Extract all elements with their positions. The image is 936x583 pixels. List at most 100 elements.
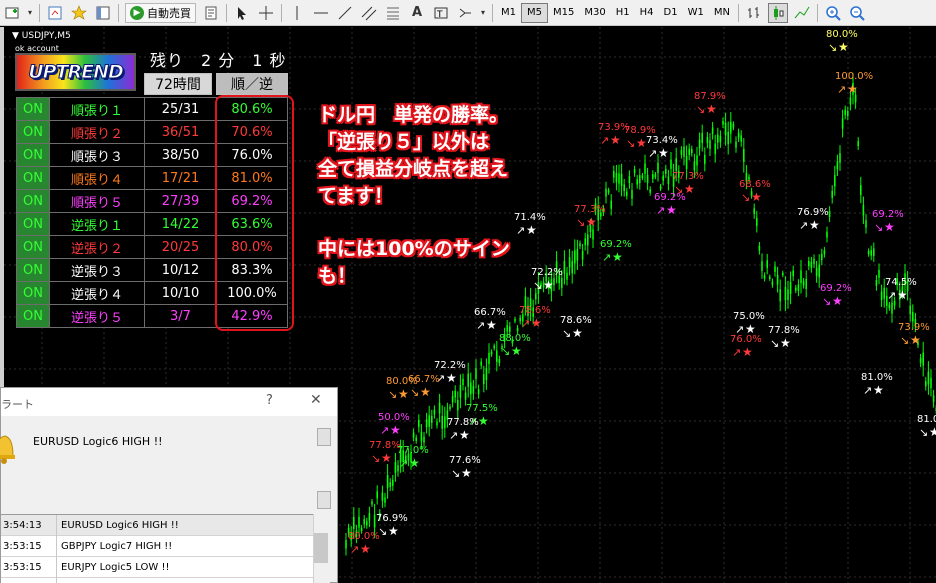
on-toggle[interactable]: ON bbox=[16, 281, 50, 305]
timeframe-d1[interactable]: D1 bbox=[659, 3, 683, 23]
on-toggle[interactable]: ON bbox=[16, 120, 50, 144]
auto-trade-icon: ▶ bbox=[130, 5, 144, 20]
scrollbar-thumb[interactable] bbox=[314, 533, 328, 563]
candlestick-icon[interactable] bbox=[767, 2, 788, 23]
toolbar-separator bbox=[816, 3, 818, 22]
on-toggle[interactable]: ON bbox=[16, 212, 50, 236]
on-toggle[interactable]: ON bbox=[16, 143, 50, 167]
market-watch-icon[interactable] bbox=[45, 3, 65, 23]
fibonacci-icon[interactable] bbox=[383, 3, 403, 23]
signal-label: 80.0% bbox=[826, 29, 858, 40]
on-toggle[interactable]: ON bbox=[16, 97, 50, 121]
alert-row-message: GBPJPY Logic7 HIGH !! bbox=[61, 541, 173, 552]
alert-row[interactable]: 3:54:13 EURUSD Logic6 HIGH !! bbox=[1, 515, 313, 536]
logic-name: 逆張り５ bbox=[49, 304, 145, 328]
signal-marker: 69.2%★↘ bbox=[820, 283, 852, 308]
close-button[interactable]: ✕ bbox=[310, 392, 322, 408]
win-ratio: 38/50 bbox=[144, 143, 217, 167]
star-icon: ★ bbox=[543, 278, 554, 292]
mt4-window: ▾ ▶ 自動売買 A T ▾ M1 M5 M15 M30 H1 H4 D1 W1… bbox=[0, 0, 936, 583]
signal-marker: 76.9%★↗ bbox=[797, 207, 829, 232]
star-icon: ★ bbox=[751, 190, 762, 204]
arrows-tool-icon[interactable] bbox=[455, 3, 475, 23]
alert-row[interactable]: 3:53:15EURUSD Logic6 HIGH !! bbox=[1, 578, 313, 583]
arrow-icon: ↘ bbox=[828, 41, 837, 54]
signal-label: 76.9% bbox=[376, 513, 408, 524]
signal-marker: 77.6%★↘ bbox=[449, 455, 481, 480]
timeframe-m5[interactable]: M5 bbox=[521, 2, 548, 23]
bar-chart-icon[interactable] bbox=[744, 3, 764, 23]
logic-name: 逆張り３ bbox=[49, 258, 145, 282]
line-chart-icon[interactable] bbox=[792, 3, 812, 23]
toolbar-separator bbox=[281, 3, 282, 22]
timeframe-m15[interactable]: M15 bbox=[548, 3, 579, 23]
toolbar-separator bbox=[118, 3, 119, 22]
on-toggle[interactable]: ON bbox=[16, 166, 50, 190]
win-ratio: 10/12 bbox=[144, 258, 217, 282]
vertical-line-icon[interactable] bbox=[287, 3, 307, 23]
arrow-icon: ↗ bbox=[449, 429, 458, 442]
win-ratio: 10/10 bbox=[144, 281, 217, 305]
svg-text:T: T bbox=[436, 10, 443, 20]
tab-72h[interactable]: 72時間 bbox=[144, 73, 212, 95]
zoom-in-icon[interactable] bbox=[823, 3, 843, 23]
cursor-icon[interactable] bbox=[232, 3, 252, 23]
text-tool-icon[interactable]: A bbox=[407, 3, 427, 23]
alert-row[interactable]: 3:53:15 GBPJPY Logic7 HIGH !! bbox=[1, 536, 313, 557]
trendline-icon[interactable] bbox=[335, 3, 355, 23]
alert-history-list[interactable]: 3:54:13 EURUSD Logic6 HIGH !! 3:53:15 GBPJP… bbox=[1, 514, 313, 583]
dropdown-arrow-icon[interactable]: ▾ bbox=[479, 3, 487, 23]
timeframe-m30[interactable]: M30 bbox=[579, 3, 610, 23]
arrow-icon: ↘ bbox=[501, 345, 510, 358]
dialog-button[interactable] bbox=[317, 428, 331, 446]
timeframe-h4[interactable]: H4 bbox=[635, 3, 659, 23]
arrow-icon: ↘ bbox=[874, 221, 883, 234]
timeframe-w1[interactable]: W1 bbox=[683, 3, 709, 23]
timeframe-m1[interactable]: M1 bbox=[496, 3, 521, 23]
favorites-icon[interactable] bbox=[69, 3, 89, 23]
new-order-icon[interactable] bbox=[201, 3, 221, 23]
signal-label: 78.6% bbox=[560, 315, 592, 326]
crosshair-icon[interactable] bbox=[256, 3, 276, 23]
toolbar-separator bbox=[39, 3, 40, 22]
signal-label: 72.2% bbox=[531, 267, 563, 278]
alert-titlebar: ラート ? ✕ bbox=[1, 388, 337, 416]
star-icon: ★ bbox=[873, 383, 884, 397]
account-label: ok account bbox=[15, 44, 59, 53]
signal-marker: 81.0%★↗ bbox=[861, 372, 893, 397]
logic-name: 順張り４ bbox=[49, 166, 145, 190]
zoom-out-icon[interactable] bbox=[847, 3, 867, 23]
new-chart-icon[interactable] bbox=[2, 3, 22, 23]
channel-icon[interactable] bbox=[359, 3, 379, 23]
signal-label: 77.3% bbox=[672, 171, 704, 182]
auto-trade-button[interactable]: ▶ 自動売買 bbox=[125, 2, 196, 23]
arrow-icon: ↗ bbox=[656, 204, 665, 217]
on-toggle[interactable]: ON bbox=[16, 304, 50, 328]
annotation-line: 全て損益分岐点を超え bbox=[318, 158, 509, 180]
star-icon: ★ bbox=[409, 456, 420, 470]
annotation-line: も！ bbox=[318, 265, 357, 287]
arrow-icon: ↗ bbox=[380, 424, 389, 437]
toolbar-separator bbox=[737, 3, 739, 22]
tab-direction[interactable]: 順／逆 bbox=[216, 73, 288, 95]
collapse-triangle-icon[interactable]: ▼ bbox=[12, 31, 19, 41]
label-tool-icon[interactable]: T bbox=[431, 3, 451, 23]
timeframe-h1[interactable]: H1 bbox=[611, 3, 635, 23]
annotation-text-1: ドル円 単発の勝率。 「逆張り５」以外は 全て損益分岐点を超え てます！ bbox=[318, 102, 508, 210]
win-ratio: 27/39 bbox=[144, 189, 217, 213]
arrow-icon: ↗ bbox=[863, 384, 872, 397]
signal-label: 68.6% bbox=[739, 179, 771, 190]
auto-trade-label: 自動売買 bbox=[147, 6, 191, 20]
horizontal-line-icon[interactable] bbox=[311, 3, 331, 23]
dialog-button[interactable] bbox=[317, 491, 331, 509]
help-button[interactable]: ? bbox=[266, 393, 273, 408]
alert-row[interactable]: 3:53:15 EURJPY Logic5 LOW !! bbox=[1, 557, 313, 578]
timeframe-mn[interactable]: MN bbox=[709, 3, 735, 23]
on-toggle[interactable]: ON bbox=[16, 258, 50, 282]
on-toggle[interactable]: ON bbox=[16, 235, 50, 259]
on-toggle[interactable]: ON bbox=[16, 189, 50, 213]
dropdown-arrow-icon[interactable]: ▾ bbox=[26, 3, 34, 23]
signal-marker: 76.9%★↘ bbox=[376, 513, 408, 538]
navigator-icon[interactable] bbox=[93, 3, 113, 23]
win-ratio: 14/22 bbox=[144, 212, 217, 236]
